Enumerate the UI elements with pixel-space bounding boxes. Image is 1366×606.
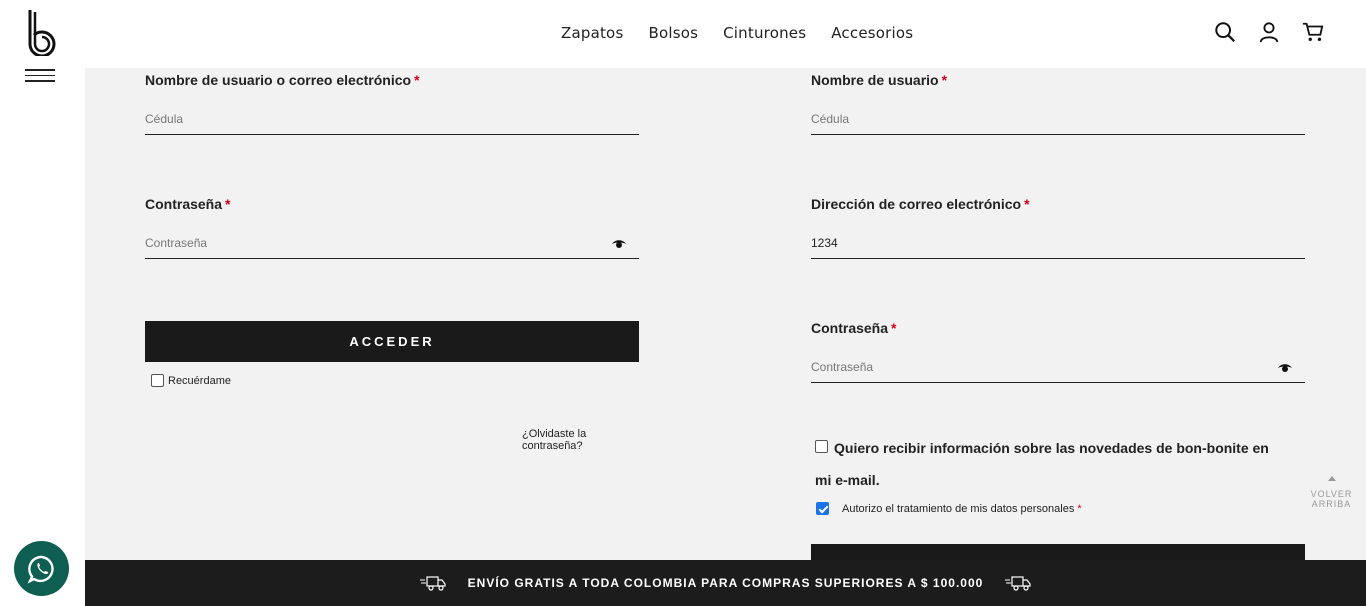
register-password-field [811,351,1305,383]
shipping-banner: ENVÍO GRATIS A TODA COLOMBIA PARA COMPRA… [85,560,1366,606]
search-icon[interactable] [1214,20,1236,44]
login-username-input[interactable] [145,103,639,134]
nav-item-accesorios[interactable]: Accesorios [831,24,913,42]
login-password-input[interactable] [145,227,639,258]
whatsapp-button[interactable] [14,541,69,596]
nav-item-cinturones[interactable]: Cinturones [723,24,806,42]
nav-item-bolsos[interactable]: Bolsos [648,24,698,42]
whatsapp-icon [27,555,54,584]
shipping-text: ENVÍO GRATIS A TODA COLOMBIA PARA COMPRA… [467,576,984,590]
user-icon[interactable] [1258,20,1280,44]
back-to-top-button[interactable]: VOLVER ARRIBA [1297,466,1366,536]
register-email-field [811,227,1305,259]
register-username-label: Nombre de usuario * [811,72,948,88]
register-password-label: Contraseña * [811,320,897,336]
show-password-icon[interactable] [1277,363,1293,373]
consent-label: Autorizo el tratamiento de mis datos per… [842,502,1075,515]
register-password-input[interactable] [811,351,1305,382]
consent-checkbox[interactable] [816,502,829,515]
remember-label: Recuérdame [168,374,231,387]
login-password-field [145,227,639,259]
login-username-field [145,103,639,135]
delivery-truck-icon [1005,576,1031,591]
arrow-up-icon [1327,476,1336,481]
consent-row: Autorizo el tratamiento de mis datos per… [816,502,1082,515]
forgot-password-link[interactable]: ¿Olvidaste la contraseña? [522,428,639,452]
login-password-label: Contraseña * [145,196,231,212]
back-to-top-line2: ARRIBA [1311,499,1352,509]
back-to-top-line1: VOLVER [1310,489,1353,499]
register-email-input[interactable] [811,227,1305,258]
register-username-field [811,103,1305,135]
register-email-label: Dirección de correo electrónico * [811,196,1030,212]
login-button[interactable]: ACCEDER [145,321,639,362]
newsletter-row: Quiero recibir información sobre las nov… [815,432,1285,496]
header: Zapatos Bolsos Cinturones Accesorios [85,0,1366,68]
register-username-input[interactable] [811,103,1305,134]
newsletter-label: Quiero recibir información sobre las nov… [815,440,1269,488]
login-username-label: Nombre de usuario o correo electrónico * [145,72,420,88]
newsletter-checkbox[interactable] [815,439,828,453]
remember-row: Recuérdame [151,374,231,387]
consent-required-mark: * [1077,502,1082,515]
remember-checkbox[interactable] [151,374,164,387]
show-password-icon[interactable] [611,239,627,249]
register-button[interactable] [811,544,1305,560]
nav-item-zapatos[interactable]: Zapatos [561,24,623,42]
cart-icon[interactable] [1302,20,1324,44]
menu-icon[interactable] [25,69,55,85]
header-icons [1214,20,1324,44]
sidebar [0,0,85,606]
main-nav: Zapatos Bolsos Cinturones Accesorios [561,24,913,42]
account-forms: Nombre de usuario o correo electrónico * … [85,68,1366,560]
brand-logo[interactable] [26,10,58,56]
delivery-truck-icon [419,576,446,591]
